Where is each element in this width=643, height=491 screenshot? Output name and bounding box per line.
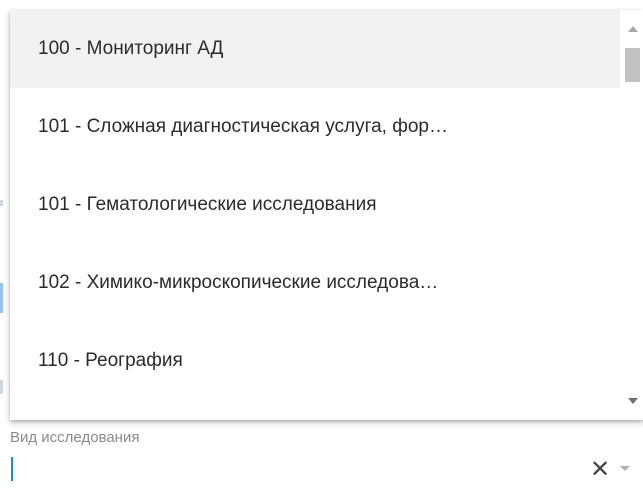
dropdown-scrollbar[interactable]: [622, 10, 643, 420]
underlying-page-edge: [0, 200, 3, 206]
dropdown-options-list: 100 - Мониторинг АД 101 - Сложная диагно…: [10, 10, 620, 420]
scrollbar-thumb[interactable]: [625, 48, 640, 82]
option-label: 101 - Гематологические исследования: [38, 194, 377, 215]
arrow-down-icon[interactable]: [628, 398, 638, 404]
research-type-input[interactable]: [10, 454, 570, 482]
underlying-page-edge: [0, 283, 3, 313]
chevron-down-icon[interactable]: [620, 466, 630, 471]
option-label: 100 - Мониторинг АД: [38, 38, 224, 59]
dropdown-menu: 100 - Мониторинг АД 101 - Сложная диагно…: [10, 10, 643, 420]
underlying-page-edge: [0, 380, 3, 394]
option-label: 102 - Химико-микроскопические исследова…: [38, 272, 439, 293]
dropdown-option[interactable]: 102 - Химико-микроскопические исследова…: [10, 244, 620, 322]
arrow-up-icon[interactable]: [628, 26, 638, 32]
dropdown-option[interactable]: 101 - Сложная диагностическая услуга, фо…: [10, 88, 620, 166]
field-label: Вид исследования: [10, 429, 140, 446]
close-icon[interactable]: ✕: [590, 458, 610, 482]
page: 100 - Мониторинг АД 101 - Сложная диагно…: [0, 0, 643, 491]
option-label: 110 - Реография: [38, 350, 183, 371]
dropdown-option[interactable]: 110 - Реография: [10, 322, 620, 400]
dropdown-option[interactable]: 101 - Гематологические исследования: [10, 166, 620, 244]
dropdown-option[interactable]: 100 - Мониторинг АД: [10, 10, 620, 88]
text-caret: [11, 457, 13, 481]
option-label: 101 - Сложная диагностическая услуга, фо…: [38, 116, 448, 137]
